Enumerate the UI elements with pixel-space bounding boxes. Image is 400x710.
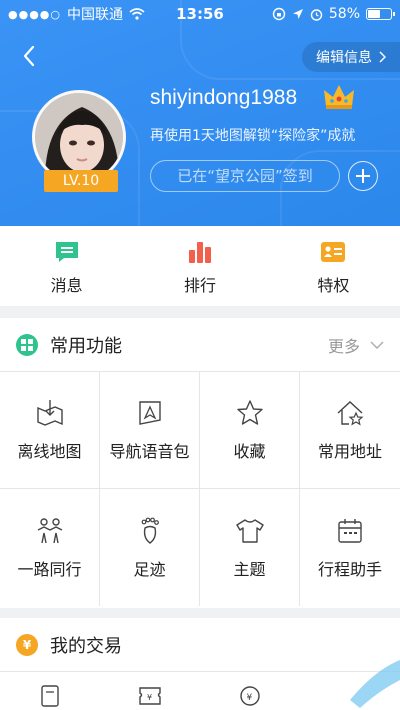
order-list-icon [41,685,59,707]
username: shiyindong1988 [150,86,298,109]
yuan-icon: ¥ [16,633,38,656]
wallet-icon: ¥ [240,686,260,706]
function-trip-assistant[interactable]: 行程助手 [300,489,400,606]
quick-action-ranking[interactable]: 排行 [133,226,266,306]
battery-icon [366,8,395,20]
function-label: 主题 [233,559,266,579]
function-label: 足迹 [133,559,166,579]
crown-icon [324,85,354,109]
common-functions-section: 常用功能 更多 离线地图 导航语音包 收藏 常用地址 一路同行 足迹 主题 行程… [0,318,400,608]
quick-action-label: 特权 [317,276,350,295]
quick-actions: 消息 排行 特权 [0,226,400,306]
level-badge: LV.10 [44,170,118,192]
more-button[interactable]: 更多 [328,333,384,357]
function-offline-map[interactable]: 离线地图 [0,372,100,489]
ranking-icon [188,242,211,263]
function-label: 常用地址 [317,442,382,461]
function-label: 导航语音包 [109,442,190,461]
chevron-down-icon [370,341,384,349]
calendar-icon [338,518,362,543]
trade-item[interactable] [0,682,100,708]
function-companions[interactable]: 一路同行 [0,489,100,606]
message-icon [55,242,78,262]
function-label: 一路同行 [17,559,82,579]
alarm-icon [310,8,323,21]
wifi-icon [129,8,145,20]
status-bar: ●●●●○ 中国联通 13:56 58% [0,0,400,28]
more-label: 更多 [327,336,360,356]
tshirt-icon [235,518,264,543]
function-label: 行程助手 [317,559,382,579]
clock: 13:56 [176,5,224,23]
carrier-name: 中国联通 [67,7,123,23]
offline-map-icon [36,400,63,426]
trade-item[interactable]: ¥ [200,682,300,708]
edit-profile-button[interactable]: 编辑信息 [302,42,400,72]
star-icon [236,400,263,425]
rotation-lock-icon [272,7,286,21]
coupon-icon: ¥ [139,687,161,705]
function-theme[interactable]: 主题 [200,489,300,606]
quick-action-messages[interactable]: 消息 [0,226,133,306]
svg-text:¥: ¥ [247,693,253,703]
back-button[interactable] [18,44,42,68]
function-label: 收藏 [233,442,266,461]
quick-action-label: 排行 [183,276,216,295]
footprint-icon [141,517,159,544]
section-title: 常用功能 [50,335,122,357]
svg-text:¥: ¥ [147,693,152,702]
function-favorites[interactable]: 收藏 [200,372,300,489]
common-functions-header: 常用功能 更多 [0,318,400,372]
trade-item[interactable]: ¥ [100,682,200,708]
battery-percent: 58% [328,6,360,22]
chevron-left-icon [23,45,35,67]
decorative-streak [350,660,400,708]
grid-icon [16,333,38,356]
add-button[interactable] [348,161,378,191]
trade-section: ¥ 我的交易 ¥ ¥ [0,618,400,710]
privilege-icon [321,242,346,262]
function-label: 离线地图 [17,442,82,461]
function-grid: 离线地图 导航语音包 收藏 常用地址 一路同行 足迹 主题 行程助手 [0,372,400,606]
voice-pack-icon [138,401,161,425]
function-footprint[interactable]: 足迹 [100,489,200,606]
checkin-status[interactable]: 已在“望京公园”签到 [150,160,340,192]
location-icon [292,9,303,19]
achievement-text: 再使用1天地图解锁“探险家”成就 [150,128,356,144]
function-voice-pack[interactable]: 导航语音包 [100,372,200,489]
signal-icon: ●●●●○ [8,7,61,21]
home-star-icon [337,401,364,426]
companions-icon [37,517,62,543]
edit-profile-label: 编辑信息 [316,50,372,66]
chevron-right-icon [379,51,386,63]
function-common-address[interactable]: 常用地址 [300,372,400,489]
profile-header: 编辑信息 LV.10 shiyindong1988 再使用1天地图解锁“探险家”… [0,0,400,226]
quick-action-label: 消息 [50,276,83,295]
quick-action-privilege[interactable]: 特权 [267,226,400,306]
